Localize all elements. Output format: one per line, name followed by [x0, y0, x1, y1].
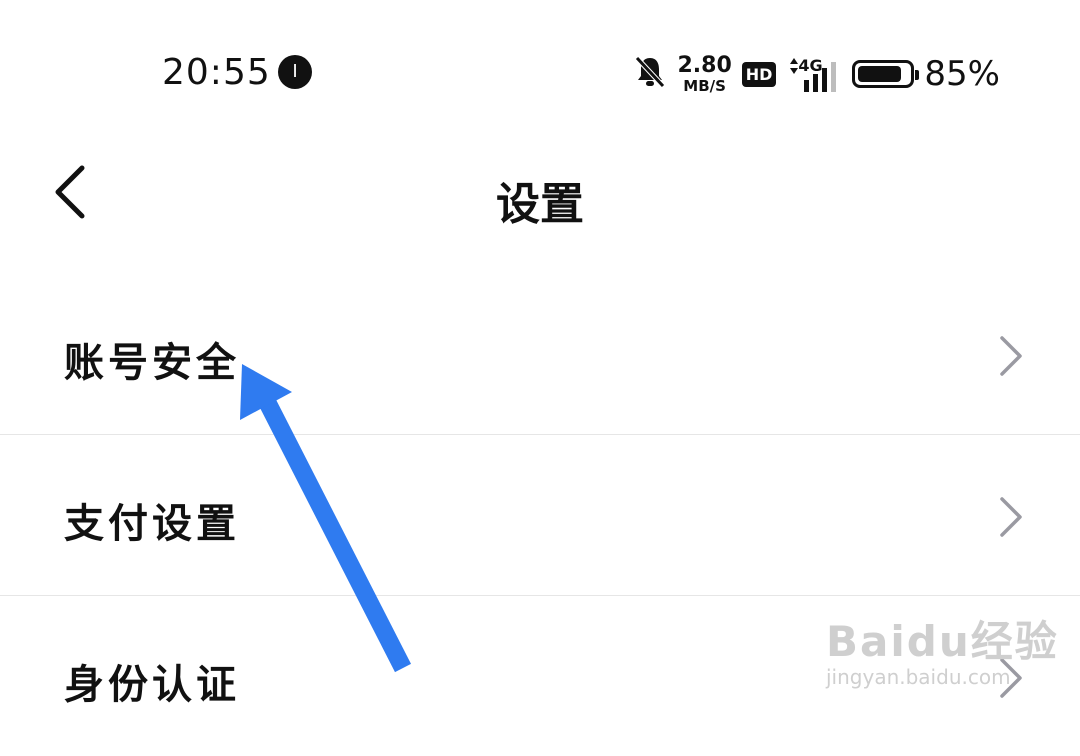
battery-fill: [858, 66, 901, 82]
chevron-right-icon: [1000, 336, 1022, 376]
hd-badge: HD: [741, 61, 777, 87]
settings-item-payment[interactable]: 支付设置: [0, 435, 1080, 595]
battery-icon: [852, 60, 920, 88]
settings-item-account-security[interactable]: 账号安全: [0, 274, 1080, 434]
nav-bar: 设置: [0, 140, 1080, 250]
status-time: 20:55: [162, 52, 271, 93]
settings-item-label: 支付设置: [64, 501, 240, 547]
network-type-label: 4G: [798, 56, 823, 75]
settings-item-label: 身份认证: [64, 662, 240, 708]
watermark-logo: Baidu经验: [826, 617, 1059, 666]
network-speed: 2.80 MB/S: [677, 52, 732, 95]
settings-item-label: 账号安全: [64, 340, 240, 386]
page-title: 设置: [496, 179, 584, 230]
status-icons: 2.80 MB/S HD 4G 85%: [633, 50, 1000, 98]
status-bar: 20:55 I 2.80 MB/S HD 4G 85%: [0, 0, 1080, 140]
watermark: Baidu经验 jingyan.baidu.com: [826, 608, 1059, 689]
signal-4g: 4G: [786, 56, 842, 92]
mute-bell-icon: [633, 54, 667, 94]
notification-badge: I: [278, 55, 312, 89]
network-speed-unit: MB/S: [683, 76, 726, 95]
network-speed-value: 2.80: [677, 52, 732, 78]
chevron-right-icon: [1000, 497, 1022, 537]
battery-percent: 85%: [924, 54, 1000, 94]
